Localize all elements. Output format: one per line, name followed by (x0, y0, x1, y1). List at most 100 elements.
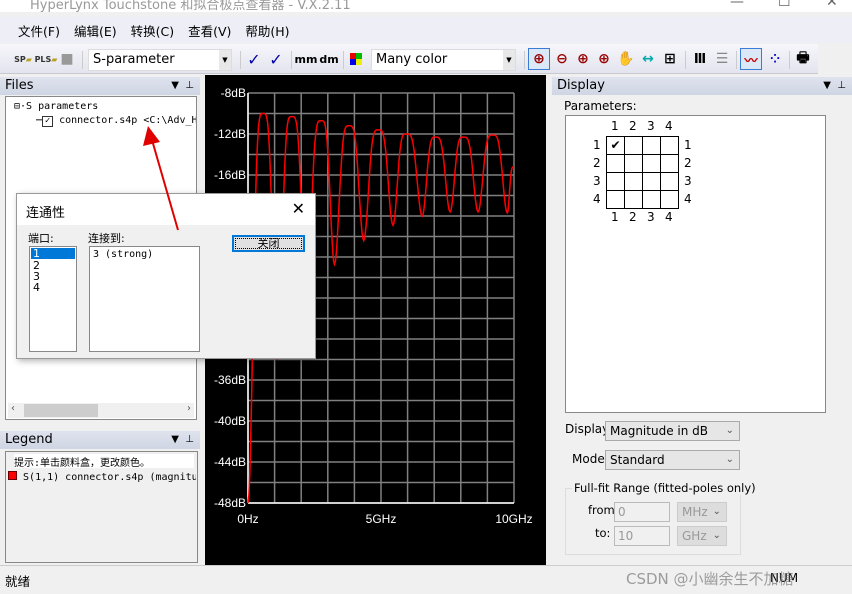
s-parameter-checkbox[interactable] (606, 190, 625, 209)
matrix-row-label: 1 (684, 138, 692, 152)
check-c-icon[interactable]: ✓ (266, 48, 286, 70)
close-button[interactable]: 关闭 (232, 235, 305, 252)
s-parameter-checkbox[interactable] (642, 154, 661, 173)
zoom-out-icon[interactable]: ⊖ (552, 48, 572, 70)
color-swatch[interactable] (8, 471, 17, 480)
legend-box: 提示:单击颜料盒，更改颜色。 S(1,1) connector.s4p (mag… (5, 451, 198, 563)
menu-file[interactable]: 文件(F) (18, 21, 60, 40)
color-mode-select[interactable]: Many color ▼ (371, 49, 516, 71)
s-parameter-checkbox[interactable] (624, 136, 643, 155)
horizontal-scrollbar[interactable]: ‹ › (8, 403, 194, 418)
s-parameter-checkbox[interactable] (624, 154, 643, 173)
connected-list[interactable]: 3 (strong) (89, 246, 200, 352)
parameters-matrix-box: 1 1 1 1 2 2 2 2 3 3 3 3 4 4 4 4 ✔ (565, 115, 826, 413)
s-parameter-checkbox[interactable] (606, 172, 625, 191)
connected-item[interactable]: 3 (strong) (93, 249, 196, 260)
panel-menu-pin-icon[interactable]: ▼ ⊥ (823, 77, 846, 95)
connectivity-dialog: 连通性 ✕ 端口: 1 2 3 4 连接到: 3 (strong) 关闭 (16, 193, 316, 359)
port-item[interactable]: 4 (30, 282, 76, 293)
matrix-row-label: 2 (593, 156, 601, 170)
y-tick-label: -48dB (214, 496, 246, 510)
s-parameter-checkbox[interactable] (624, 190, 643, 209)
range-title: Full-fit Range (fitted-poles only) (572, 481, 758, 495)
check-p-icon[interactable]: ✓ (244, 48, 264, 70)
s-parameter-checkbox[interactable] (642, 136, 661, 155)
watermark: CSDN @小幽余生不加糖 (626, 570, 794, 588)
horizontal-grid-icon[interactable]: ☰ (712, 48, 732, 70)
s-parameter-checkbox[interactable] (642, 190, 661, 209)
y-tick-label: -8dB (221, 86, 246, 100)
x-tick-label: 10GHz (495, 512, 532, 526)
matrix-row-label: 4 (593, 192, 601, 206)
file-checkbox[interactable]: ✓ (42, 116, 54, 127)
mm-button[interactable]: mm (295, 48, 318, 70)
legend-panel-header: Legend ▼ ⊥ (0, 431, 200, 449)
matrix-col-label: 3 (647, 119, 655, 133)
vertical-grid-icon[interactable]: Ⅲ (690, 48, 710, 70)
parameter-type-select[interactable]: S-parameter ▼ (88, 49, 232, 71)
connected-label: 连接到: (88, 232, 125, 245)
to-unit-select[interactable]: GHz ⌄ (677, 526, 727, 546)
display-select[interactable]: Magnitude in dB ⌄ (605, 421, 740, 441)
fit-x-icon[interactable]: ↔ (638, 48, 658, 70)
s-parameter-checkbox[interactable] (660, 190, 679, 209)
s-parameter-checkbox[interactable]: ✔ (606, 136, 625, 155)
y-tick-label: -40dB (214, 414, 246, 428)
close-window-button[interactable]: ✕ (826, 0, 838, 10)
s-parameter-checkbox[interactable] (660, 154, 679, 173)
dialog-close-icon[interactable]: ✕ (292, 199, 305, 218)
toolbar: SP ▰ PLS ▰ ■ S-parameter ▼ ✓ ✓ mm dm Many c… (0, 44, 818, 74)
title-bar: HyperLynx Touchstone 和拟合极点查看器 - V.X.2.11… (0, 0, 852, 12)
from-unit-select[interactable]: MHz ⌄ (677, 502, 727, 522)
matrix-col-label: 2 (629, 119, 637, 133)
s-parameter-checkbox[interactable] (660, 172, 679, 191)
zoom-x-icon[interactable]: ⊕ (573, 48, 593, 70)
menu-view[interactable]: 查看(V) (188, 21, 231, 40)
s-parameter-checkbox[interactable] (624, 172, 643, 191)
matrix-col-label: 3 (647, 210, 655, 224)
scatter-plot-icon[interactable]: ⁘ (765, 48, 785, 70)
zoom-in-icon[interactable]: ⊕ (528, 48, 550, 70)
open-sp-button[interactable]: SP ▰ (12, 48, 34, 70)
matrix-row-label: 3 (593, 174, 601, 188)
scrollbar-thumb[interactable] (24, 404, 98, 417)
s-parameter-checkbox[interactable] (660, 136, 679, 155)
matrix-col-label: 1 (611, 119, 619, 133)
s-parameter-checkbox[interactable] (606, 154, 625, 173)
matrix-col-label: 4 (665, 119, 673, 133)
pan-hand-icon[interactable]: ✋ (616, 48, 636, 70)
panel-menu-pin-icon[interactable]: ▼ ⊥ (171, 431, 194, 449)
tree-root[interactable]: ⊟·S parameters (14, 101, 98, 112)
legend-hint: 提示:单击颜料盒，更改颜色。 (14, 454, 194, 469)
menu-help[interactable]: 帮助(H) (245, 21, 289, 40)
port-item-selected[interactable]: 1 (31, 248, 75, 259)
matrix-row-label: 1 (593, 138, 601, 152)
panel-menu-pin-icon[interactable]: ▼ ⊥ (171, 77, 194, 95)
ports-list[interactable]: 1 2 3 4 (29, 246, 77, 352)
to-input[interactable]: 10 (614, 526, 670, 546)
fit-all-icon[interactable]: ⊞ (660, 48, 680, 70)
line-plot-icon[interactable]: 〰 (740, 48, 762, 70)
menu-edit[interactable]: 编辑(E) (74, 21, 117, 40)
maximize-button[interactable]: ☐ (778, 0, 791, 10)
from-input[interactable]: 0 (614, 502, 670, 522)
color-icon[interactable] (349, 48, 363, 70)
print-icon[interactable]: 🖶 (793, 48, 813, 70)
parameters-label: Parameters: (564, 99, 637, 113)
minimize-button[interactable]: — (730, 0, 744, 10)
matrix-col-label: 4 (665, 210, 673, 224)
tree-file-item[interactable]: ⋯ ✓ connector.s4p <C:\Adv_H (36, 115, 196, 127)
files-panel-header: Files ▼ ⊥ (0, 77, 200, 95)
x-tick-label: 0Hz (237, 512, 258, 526)
dm-button[interactable]: dm (319, 48, 339, 70)
zoom-y-icon[interactable]: ⊕ (594, 48, 614, 70)
window-title: HyperLynx Touchstone 和拟合极点查看器 - V.X.2.11 (30, 0, 351, 12)
mode-select[interactable]: Standard ⌄ (605, 450, 740, 470)
matrix-row-label: 4 (684, 192, 692, 206)
save-icon[interactable]: ■ (58, 48, 76, 70)
legend-entry[interactable]: S(1,1) connector.s4p (magnitud (8, 471, 196, 483)
s-parameter-checkbox[interactable] (642, 172, 661, 191)
open-pls-button[interactable]: PLS ▰ (35, 48, 58, 70)
menu-convert[interactable]: 转换(C) (131, 21, 174, 40)
y-tick-label: -12dB (214, 127, 246, 141)
